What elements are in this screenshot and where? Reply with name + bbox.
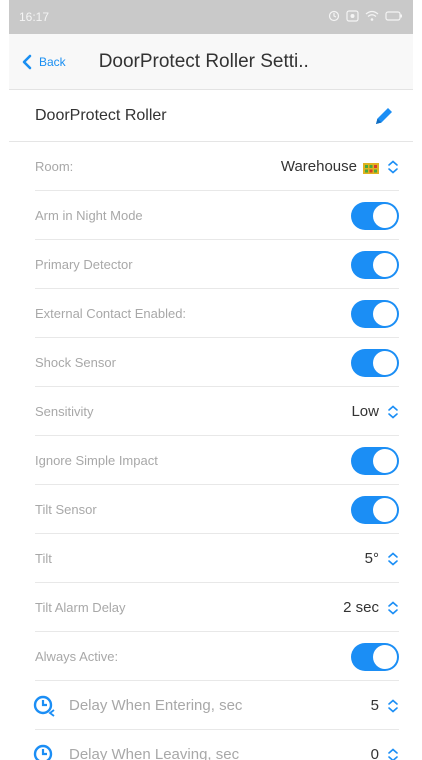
shock-sensor-label: Shock Sensor <box>35 355 116 370</box>
tilt-alarm-delay-label: Tilt Alarm Delay <box>35 600 126 615</box>
tilt-row[interactable]: Tilt 5° <box>9 534 413 583</box>
arm-night-mode-label: Arm in Night Mode <box>35 208 143 223</box>
toggle-knob <box>373 350 397 375</box>
sensitivity-label: Sensitivity <box>35 404 94 419</box>
sensitivity-row[interactable]: Sensitivity Low <box>9 387 413 436</box>
delay-leaving-row[interactable]: Delay When Leaving, sec 0 <box>9 730 413 760</box>
alarm-icon <box>328 10 340 25</box>
primary-detector-label: Primary Detector <box>35 257 133 272</box>
toggle-knob <box>373 203 397 228</box>
arm-night-mode-row: Arm in Night Mode <box>9 191 413 240</box>
toggle-knob <box>373 497 397 522</box>
shock-sensor-toggle[interactable] <box>351 348 399 377</box>
battery-icon <box>385 10 403 25</box>
toggle-knob <box>373 301 397 326</box>
delay-leaving-value: 0 <box>370 746 379 760</box>
back-label: Back <box>39 54 66 69</box>
tilt-sensor-label: Tilt Sensor <box>35 502 97 517</box>
back-button[interactable]: Back <box>19 54 66 70</box>
clock-leaving-icon <box>33 744 53 760</box>
toggle-knob <box>373 644 397 669</box>
nav-bar: Back DoorProtect Roller Setti.. <box>9 34 413 90</box>
phone-screen: 16:17 Back DoorProtect Roller Setti.. Do… <box>9 0 413 760</box>
tilt-alarm-delay-select[interactable]: 2 sec <box>343 599 399 616</box>
clock-entering-icon <box>33 695 55 717</box>
tilt-sensor-row: Tilt Sensor <box>9 485 413 534</box>
chevron-left-icon <box>22 54 32 69</box>
arm-night-mode-toggle[interactable] <box>351 201 399 230</box>
room-value: Warehouse <box>280 158 357 175</box>
ignore-simple-impact-label: Ignore Simple Impact <box>35 453 158 468</box>
ignore-simple-impact-toggle[interactable] <box>351 446 399 475</box>
primary-detector-row: Primary Detector <box>9 240 413 289</box>
shock-sensor-row: Shock Sensor <box>9 338 413 387</box>
updown-chevron-icon <box>388 404 398 419</box>
primary-detector-toggle[interactable] <box>351 250 399 279</box>
tilt-alarm-delay-row[interactable]: Tilt Alarm Delay 2 sec <box>9 583 413 632</box>
wifi-icon <box>365 10 379 25</box>
settings-list: Room: Warehouse Arm in Night Mode Primar… <box>9 142 413 760</box>
page-title: DoorProtect Roller Setti.. <box>98 50 309 72</box>
room-select[interactable]: Warehouse <box>281 158 399 175</box>
room-label: Room: <box>35 159 74 174</box>
room-row[interactable]: Room: Warehouse <box>9 142 413 191</box>
delay-leaving-select[interactable]: 0 <box>371 746 399 760</box>
delay-entering-left: Delay When Entering, sec <box>33 695 242 717</box>
device-name: DoorProtect Roller <box>35 106 167 124</box>
updown-chevron-icon <box>388 159 398 174</box>
tilt-select[interactable]: 5° <box>365 550 399 567</box>
always-active-label: Always Active: <box>35 649 119 664</box>
delay-entering-value: 5 <box>370 697 379 714</box>
delay-entering-label: Delay When Entering, sec <box>69 697 243 714</box>
tilt-value: 5° <box>364 550 379 567</box>
status-icons <box>328 9 403 25</box>
ignore-simple-impact-row: Ignore Simple Impact <box>9 436 413 485</box>
updown-chevron-icon <box>388 747 398 760</box>
updown-chevron-icon <box>388 698 398 713</box>
sensitivity-value: Low <box>351 403 379 420</box>
tilt-alarm-delay-value: 2 sec <box>343 599 379 616</box>
external-contact-label: External Contact Enabled: <box>35 306 187 321</box>
toggle-knob <box>373 448 397 473</box>
delay-leaving-label: Delay When Leaving, sec <box>69 746 240 760</box>
updown-chevron-icon <box>388 600 398 615</box>
external-contact-row: External Contact Enabled: <box>9 289 413 338</box>
delay-leaving-left: Delay When Leaving, sec <box>33 744 239 760</box>
toggle-knob <box>373 252 397 277</box>
sensitivity-select[interactable]: Low <box>351 403 399 420</box>
tilt-sensor-toggle[interactable] <box>351 495 399 524</box>
status-time: 16:17 <box>19 10 50 24</box>
always-active-toggle[interactable] <box>351 642 399 671</box>
pencil-icon[interactable] <box>373 105 395 127</box>
delay-entering-select[interactable]: 5 <box>371 697 399 714</box>
updown-chevron-icon <box>388 551 398 566</box>
delay-entering-row[interactable]: Delay When Entering, sec 5 <box>9 681 413 730</box>
sim-icon <box>346 9 359 25</box>
device-name-row: DoorProtect Roller <box>9 90 413 142</box>
tilt-label: Tilt <box>35 551 52 566</box>
status-bar: 16:17 <box>9 0 413 34</box>
always-active-row: Always Active: <box>9 632 413 681</box>
external-contact-toggle[interactable] <box>351 299 399 328</box>
warehouse-icon <box>363 162 379 174</box>
